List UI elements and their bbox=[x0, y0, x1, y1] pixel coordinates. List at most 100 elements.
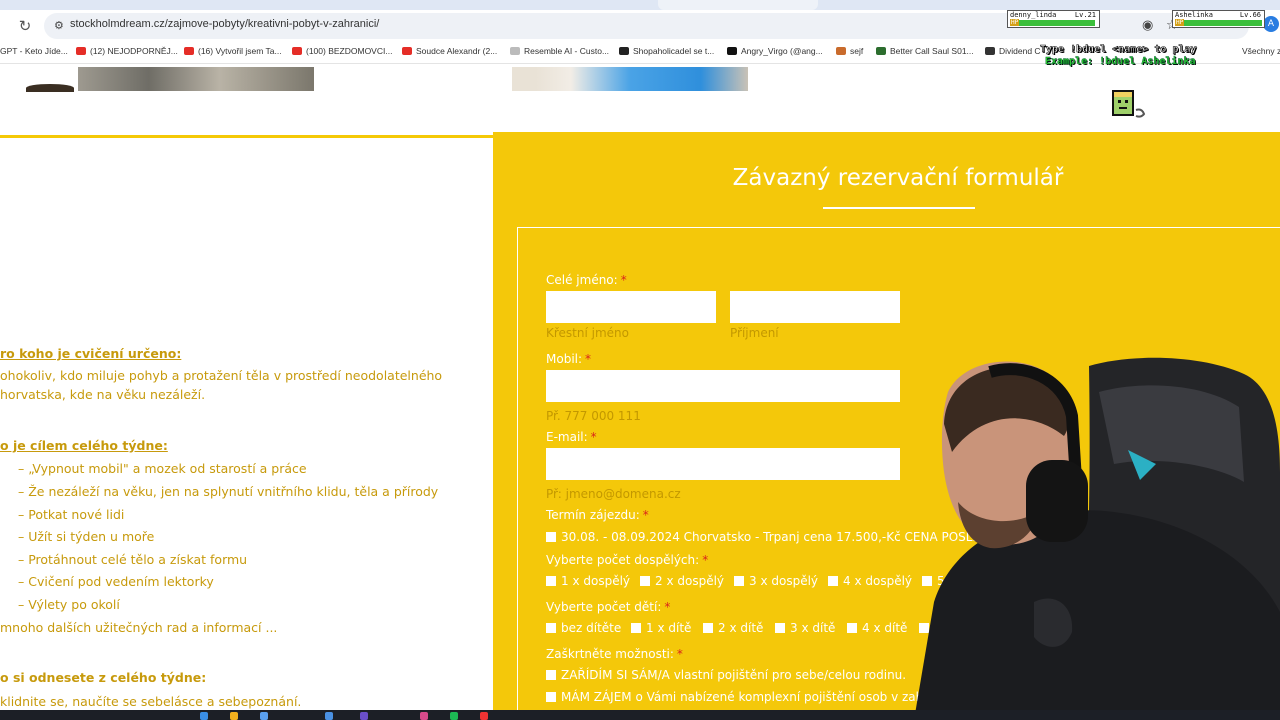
full-name-label: Celé jméno: * bbox=[546, 273, 627, 287]
taskbar bbox=[0, 710, 1280, 720]
section-heading: o si odnesete z celého týdne: bbox=[0, 670, 207, 685]
adults-label: Vyberte počet dospělých: * bbox=[546, 553, 709, 567]
adults-checkbox[interactable]: 1 x dospělý bbox=[546, 574, 630, 588]
duel-instruction: Type !bduel <name> to play bbox=[1040, 44, 1197, 56]
kids-label: Vyberte počet dětí: * bbox=[546, 600, 671, 614]
taskbar-app-icon[interactable] bbox=[260, 712, 268, 720]
youtube-icon bbox=[402, 47, 412, 55]
checkbox-box[interactable] bbox=[546, 576, 556, 586]
bookmark-item[interactable]: Resemble AI - Custo... bbox=[510, 46, 609, 56]
list-item: – Potkat nové lidi bbox=[18, 507, 125, 522]
kids-checkbox[interactable]: 3 x dítě bbox=[775, 621, 835, 635]
kids-checkbox[interactable]: 1 x dítě bbox=[631, 621, 691, 635]
eye-off-icon[interactable]: ◉ bbox=[1142, 18, 1153, 33]
adults-checkbox[interactable]: 2 x dospělý bbox=[640, 574, 724, 588]
gallery-photo[interactable] bbox=[78, 67, 314, 91]
browser-tab-active[interactable] bbox=[658, 0, 818, 10]
checkbox-box[interactable] bbox=[703, 623, 713, 633]
bookmark-item[interactable]: sejf bbox=[836, 46, 863, 56]
tiktok-icon bbox=[727, 47, 737, 55]
youtube-icon bbox=[76, 47, 86, 55]
first-name-input[interactable] bbox=[546, 291, 716, 323]
insurance-self-checkbox[interactable]: ZAŘÍDÍM SI SÁM/A vlastní pojištění pro s… bbox=[546, 668, 906, 682]
reload-icon[interactable]: ↻ bbox=[14, 15, 36, 37]
mobile-hint: Př. 777 000 111 bbox=[546, 409, 641, 423]
site-info-icon[interactable]: ⚙ bbox=[54, 19, 66, 33]
checkbox-box[interactable] bbox=[546, 670, 556, 680]
youtube-icon bbox=[184, 47, 194, 55]
url-text: stockholmdream.cz/zajmove-pobyty/kreativ… bbox=[70, 18, 380, 30]
bookmark-item[interactable]: Dividend C bbox=[985, 46, 1041, 56]
cropped-image bbox=[26, 84, 74, 92]
checkbox-box[interactable] bbox=[847, 623, 857, 633]
section-heading: ro koho je cvičení určeno: bbox=[0, 346, 182, 361]
duel-example: Example: !bduel Ashelinka bbox=[1045, 56, 1196, 67]
taskbar-app-icon[interactable] bbox=[325, 712, 333, 720]
x-icon bbox=[619, 47, 629, 55]
fox-icon bbox=[836, 47, 846, 55]
email-hint: Př: jmeno@domena.cz bbox=[546, 487, 681, 501]
checkbox-box[interactable] bbox=[828, 576, 838, 586]
email-input[interactable] bbox=[546, 448, 900, 480]
taskbar-app-icon[interactable] bbox=[200, 712, 208, 720]
options-label: Zaškrtněte možnosti: * bbox=[546, 647, 683, 661]
checkbox-box[interactable] bbox=[640, 576, 650, 586]
taskbar-app-icon[interactable] bbox=[230, 712, 238, 720]
section-text: ohokoliv, kdo miluje pohyb a protažení t… bbox=[0, 368, 443, 383]
player-hp-card: Ashelinka Lv.66 HP bbox=[1172, 10, 1265, 28]
youtube-icon bbox=[292, 47, 302, 55]
last-name-input[interactable] bbox=[730, 291, 900, 323]
adults-checkbox[interactable]: 3 x dospělý bbox=[734, 574, 818, 588]
checkbox-box[interactable] bbox=[775, 623, 785, 633]
bcs-icon bbox=[876, 47, 886, 55]
browser-tab-strip bbox=[0, 0, 1280, 10]
checkbox-box[interactable] bbox=[546, 623, 556, 633]
player-hp-card: denny_linda Lv.21 HP bbox=[1007, 10, 1100, 28]
info-column: ro koho je cvičení určeno: ohokoliv, kdo… bbox=[0, 135, 493, 720]
list-item: – Užít si týden u moře bbox=[18, 529, 155, 544]
form-title: Závazný rezervační formulář bbox=[732, 165, 1064, 191]
bookmark-item[interactable]: Shopaholicadel se t... bbox=[619, 46, 714, 56]
first-name-hint: Křestní jméno bbox=[546, 326, 629, 340]
gallery-photo[interactable] bbox=[512, 67, 748, 91]
taskbar-app-icon[interactable] bbox=[420, 712, 428, 720]
bookmark-item[interactable]: Soudce Alexandr (2... bbox=[402, 46, 497, 56]
email-label: E-mail: * bbox=[546, 430, 597, 444]
title-divider bbox=[823, 207, 975, 209]
taskbar-app-icon[interactable] bbox=[450, 712, 458, 720]
taskbar-app-icon[interactable] bbox=[360, 712, 368, 720]
bookmark-item[interactable]: Better Call Saul S01... bbox=[876, 46, 974, 56]
kids-checkbox[interactable]: 4 x dítě bbox=[847, 621, 907, 635]
mobile-input[interactable] bbox=[546, 370, 900, 402]
webcam-overlay bbox=[914, 357, 1280, 720]
section-heading: o je cílem celého týdne: bbox=[0, 438, 168, 453]
adults-checkbox[interactable]: 4 x dospělý bbox=[828, 574, 912, 588]
term-label: Termín zájezdu: * bbox=[546, 508, 649, 522]
checkbox-box[interactable] bbox=[546, 692, 556, 702]
resemble-icon bbox=[510, 47, 520, 55]
list-item: – Protáhnout celé tělo a získat formu bbox=[18, 552, 248, 567]
last-name-hint: Příjmení bbox=[730, 326, 779, 340]
checkbox-box[interactable] bbox=[546, 532, 556, 542]
taskbar-app-icon[interactable] bbox=[480, 712, 488, 720]
checkbox-box[interactable] bbox=[631, 623, 641, 633]
bookmark-item[interactable]: (16) Vytvořil jsem Ta... bbox=[184, 46, 282, 56]
bookmark-item[interactable]: GPT - Keto Jíde... bbox=[0, 46, 68, 56]
section-text: mnoho dalších užitečných rad a informací… bbox=[0, 620, 278, 635]
dividend-icon bbox=[985, 47, 995, 55]
kids-checkbox[interactable]: 2 x dítě bbox=[703, 621, 763, 635]
bookmark-item[interactable]: (12) NEJODPORNĚJ... bbox=[76, 46, 178, 56]
profile-avatar[interactable]: A bbox=[1263, 16, 1279, 32]
list-item: – Výlety po okolí bbox=[18, 597, 120, 612]
hp-bar bbox=[1175, 20, 1262, 26]
insurance-offer-checkbox[interactable]: MÁM ZÁJEM o Vámi nabízené komplexní poji… bbox=[546, 690, 936, 704]
kids-checkbox[interactable]: bez dítěte bbox=[546, 621, 621, 635]
bookmark-folder[interactable]: Všechny z bbox=[1242, 46, 1280, 56]
bookmark-item[interactable]: Angry_Virgo (@ang... bbox=[727, 46, 823, 56]
checkbox-box[interactable] bbox=[734, 576, 744, 586]
hp-bar bbox=[1010, 20, 1095, 26]
bookmark-item[interactable]: (100) BEZDOMOVCI... bbox=[292, 46, 392, 56]
section-text: klidnite se, naučíte se sebelásce a sebe… bbox=[0, 694, 302, 709]
list-item: – „Vypnout mobil" a mozek od starostí a … bbox=[18, 461, 307, 476]
mobile-label: Mobil: * bbox=[546, 352, 592, 366]
